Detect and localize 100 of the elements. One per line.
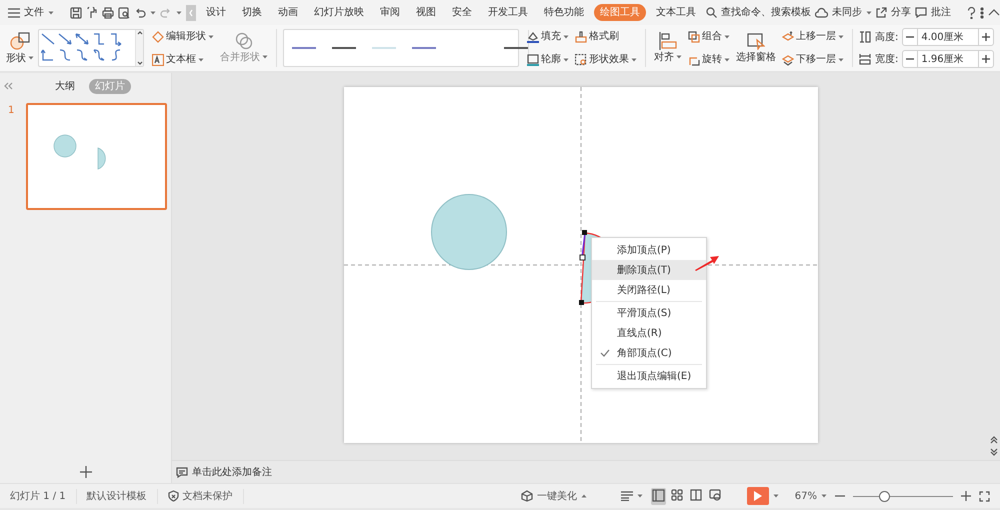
connector-icon[interactable]: [58, 49, 72, 62]
connector-icon[interactable]: [75, 33, 89, 46]
comment-icon[interactable]: [915, 7, 927, 18]
brush-icon[interactable]: [575, 30, 587, 42]
caret-icon[interactable]: [636, 494, 643, 498]
caret-up-icon[interactable]: [580, 494, 587, 498]
caret-icon[interactable]: [772, 494, 779, 498]
selection-pane-icon[interactable]: [747, 32, 765, 50]
edit-shape-button[interactable]: 编辑形状: [166, 29, 206, 44]
play-button[interactable]: [746, 487, 769, 505]
ribbon-tab[interactable]: 特色功能: [538, 4, 590, 21]
print-icon[interactable]: [102, 6, 114, 18]
scroll-up-icon[interactable]: [136, 30, 144, 35]
caret-icon[interactable]: [176, 10, 182, 14]
caret-icon[interactable]: [150, 10, 156, 14]
caret-icon[interactable]: [563, 34, 569, 38]
menu-icon[interactable]: [8, 8, 20, 18]
caret-icon[interactable]: [838, 58, 844, 62]
presenter-view-icon[interactable]: [708, 489, 722, 502]
caret-icon[interactable]: [198, 58, 204, 62]
undo-icon[interactable]: [134, 6, 146, 18]
zoom-slider-thumb[interactable]: [879, 490, 890, 502]
connector-icon[interactable]: [92, 49, 106, 62]
menu-item[interactable]: 直线点(R): [592, 323, 706, 343]
caret-icon[interactable]: [838, 34, 844, 38]
width-field[interactable]: 1.96厘米: [918, 50, 978, 68]
caret-icon[interactable]: [821, 494, 827, 498]
caret-icon[interactable]: [676, 55, 682, 59]
more-icon[interactable]: [980, 6, 984, 18]
notes-view-icon[interactable]: [620, 491, 633, 501]
caret-icon[interactable]: [866, 10, 872, 14]
shape-effects-button[interactable]: 形状效果: [589, 52, 629, 67]
connector-icon[interactable]: [109, 33, 123, 46]
increase-button[interactable]: [978, 50, 994, 68]
ribbon-tab[interactable]: 安全: [446, 4, 478, 21]
caret-icon[interactable]: [724, 58, 730, 62]
ribbon-tab[interactable]: 审阅: [374, 4, 406, 21]
preview-icon[interactable]: [118, 6, 130, 18]
menu-item[interactable]: 平滑顶点(S): [592, 303, 706, 323]
caret-icon[interactable]: [631, 58, 637, 62]
search-icon[interactable]: [706, 7, 717, 18]
caret-icon[interactable]: [208, 34, 214, 38]
share-button[interactable]: 分享: [891, 5, 911, 20]
template-name[interactable]: 默认设计模板: [76, 488, 158, 504]
layers-up-icon[interactable]: [782, 30, 794, 42]
fill-icon[interactable]: [527, 30, 539, 42]
align-icon[interactable]: [659, 32, 677, 50]
ribbon-tab[interactable]: 开发工具: [482, 4, 534, 21]
slide-canvas[interactable]: 添加顶点(P) 删除顶点(T) 关闭路径(L) 平滑顶点(S) 直线点(R) 角部顶点(C) 退出顶点编辑(E): [344, 87, 818, 443]
reading-view-icon[interactable]: [690, 489, 703, 502]
edit-shape-icon[interactable]: [152, 30, 164, 42]
align-button[interactable]: 对齐: [654, 50, 674, 64]
save-icon[interactable]: [70, 6, 82, 18]
file-menu[interactable]: 文件: [24, 5, 44, 20]
help-icon[interactable]: [967, 6, 976, 18]
add-slide-icon[interactable]: [80, 466, 92, 478]
beautify-icon[interactable]: [520, 490, 533, 502]
connector-icon[interactable]: [75, 49, 89, 62]
shape-effects-icon[interactable]: [575, 54, 587, 66]
send-backward-button[interactable]: 下移一层: [796, 52, 836, 67]
outline-button[interactable]: 轮廓: [541, 52, 561, 67]
fill-button[interactable]: 填充: [541, 29, 561, 44]
group-icon[interactable]: [688, 30, 700, 42]
beautify-button[interactable]: 一键美化: [536, 488, 577, 504]
height-icon[interactable]: [859, 31, 871, 43]
rotate-button[interactable]: 旋转: [702, 52, 722, 67]
selection-pane-button[interactable]: 选择窗格: [736, 50, 776, 64]
format-painter-button[interactable]: 格式刷: [589, 29, 619, 44]
increase-button[interactable]: [978, 28, 994, 46]
height-field[interactable]: 4.00厘米: [918, 28, 978, 46]
menu-item[interactable]: 角部顶点(C): [592, 343, 706, 363]
panel-tab[interactable]: 大纲: [49, 78, 81, 94]
cloud-icon[interactable]: [815, 7, 828, 18]
ribbon-tab[interactable]: 动画: [272, 4, 304, 21]
next-slide-icon[interactable]: [990, 448, 998, 456]
zoom-level[interactable]: 67%: [794, 488, 817, 504]
shapes-icon[interactable]: [9, 30, 31, 50]
comment-button[interactable]: 批注: [931, 5, 951, 20]
group-button[interactable]: 组合: [702, 29, 722, 44]
menu-item[interactable]: 删除顶点(T): [592, 260, 706, 280]
ribbon-tab[interactable]: 切换: [236, 4, 268, 21]
zoom-in-icon[interactable]: [961, 491, 971, 501]
share-icon[interactable]: [876, 7, 887, 18]
ribbon-tab[interactable]: 设计: [200, 4, 232, 21]
format-painter-icon[interactable]: [86, 6, 98, 18]
slide-thumbnail[interactable]: [26, 103, 167, 210]
normal-view-icon[interactable]: [652, 489, 665, 502]
bring-forward-button[interactable]: 上移一层: [796, 29, 836, 44]
decrease-button[interactable]: [902, 50, 918, 68]
fit-window-icon[interactable]: [979, 490, 990, 502]
connector-icon[interactable]: [109, 49, 123, 62]
notes-icon[interactable]: [176, 466, 188, 478]
connector-icon[interactable]: [41, 33, 55, 46]
text-box-icon[interactable]: [152, 54, 164, 66]
caret-icon[interactable]: [28, 56, 34, 60]
collapse-ribbon-icon[interactable]: [988, 9, 1000, 16]
text-box-button[interactable]: 文本框: [166, 52, 196, 67]
search-field[interactable]: 查找命令、搜索模板: [721, 5, 811, 20]
caret-icon[interactable]: [48, 10, 54, 14]
notes-placeholder[interactable]: 单击此处添加备注: [192, 464, 272, 480]
